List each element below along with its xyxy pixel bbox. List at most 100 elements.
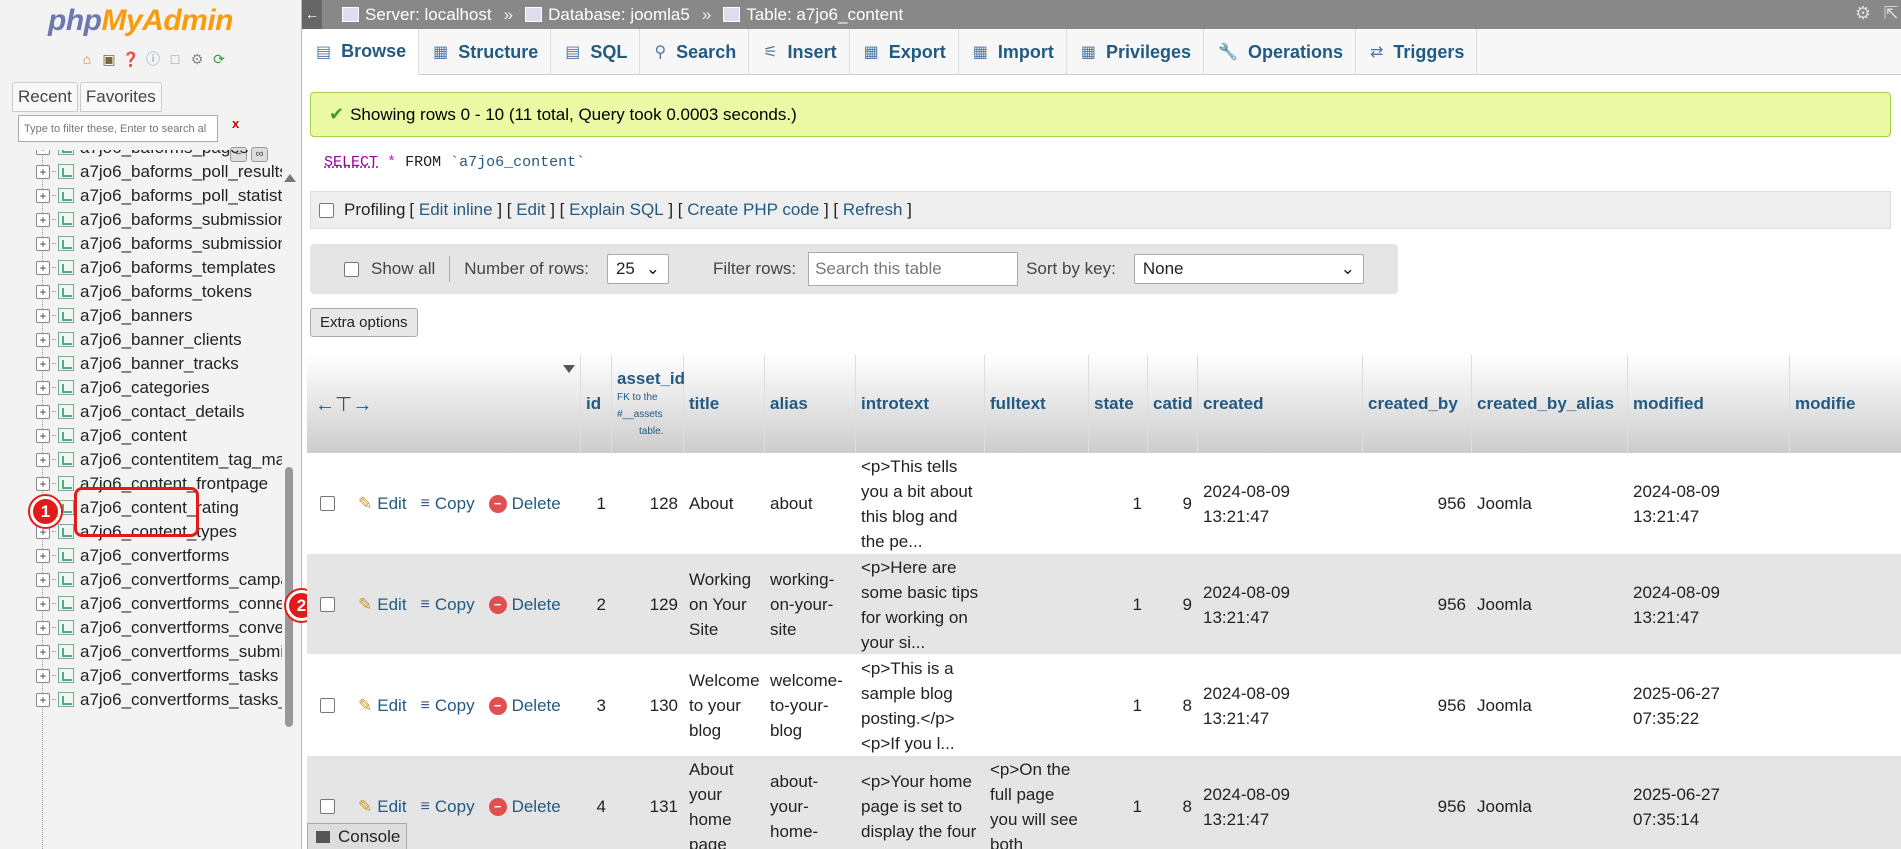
expand-icon[interactable]: + xyxy=(36,188,50,203)
show-all-checkbox[interactable] xyxy=(344,261,359,277)
cell-catid[interactable]: 9 xyxy=(1148,554,1198,655)
copy-row-button[interactable]: ≡ Copy xyxy=(421,592,475,617)
column-header-created-by-alias[interactable]: created_by_alias xyxy=(1472,355,1628,453)
copy-row-button[interactable]: ≡ Copy xyxy=(421,794,475,819)
delete-row-button[interactable]: − Delete xyxy=(488,491,561,516)
scroll-up-arrow-icon[interactable] xyxy=(284,174,296,182)
expand-icon[interactable]: + xyxy=(36,596,50,611)
column-header-id[interactable]: id xyxy=(581,355,612,453)
extra-options-button[interactable]: Extra options xyxy=(310,308,418,337)
tree-item[interactable]: + a7jo6_convertforms_tasks_ xyxy=(30,685,282,714)
copy-row-button[interactable]: ≡ Copy xyxy=(421,491,475,516)
cell-title[interactable]: Working on Your Site xyxy=(684,554,765,655)
settings-icon[interactable]: ⚙ xyxy=(188,50,206,68)
tree-item-label[interactable]: a7jo6_contact_details xyxy=(80,402,244,422)
column-header-introtext[interactable]: introtext xyxy=(856,355,985,453)
filter-rows-input[interactable]: Search this table xyxy=(808,252,1019,286)
expand-icon[interactable]: + xyxy=(36,380,50,395)
console-toggle[interactable]: Console xyxy=(307,823,407,849)
cell-modified[interactable]: 2024-08-09 13:21:47 xyxy=(1628,453,1790,554)
cell-id[interactable]: 3 xyxy=(581,655,612,756)
expand-icon[interactable]: + xyxy=(36,236,50,251)
column-header-modified-by[interactable]: modifie xyxy=(1790,355,1901,453)
column-header-asset-id[interactable]: asset_id FK to the #__assets table. xyxy=(612,355,685,453)
page-icon[interactable]: □ xyxy=(166,50,184,68)
expand-icon[interactable]: + xyxy=(36,620,50,635)
cell-created-by[interactable]: 956 xyxy=(1363,554,1472,655)
edit-inline-link[interactable]: Edit inline xyxy=(419,200,493,219)
cell-title[interactable]: About xyxy=(684,453,765,554)
cell-alias[interactable]: about-your-home- xyxy=(765,756,856,849)
expand-icon[interactable]: + xyxy=(36,308,50,323)
expand-icon[interactable]: + xyxy=(36,332,50,347)
expand-icon[interactable]: + xyxy=(36,404,50,419)
tab-privileges[interactable]: ▦ Privileges xyxy=(1067,29,1205,75)
reload-icon[interactable]: ⟳ xyxy=(210,50,228,68)
cell-created-by-alias[interactable]: Joomla xyxy=(1472,756,1628,849)
cell-modified[interactable]: 2024-08-09 13:21:47 xyxy=(1628,554,1790,655)
tree-item-label[interactable]: a7jo6_content xyxy=(80,426,187,446)
expand-icon[interactable]: + xyxy=(36,476,50,491)
tree-item-label[interactable]: a7jo6_convertforms_tasks xyxy=(80,666,278,686)
tree-item-label[interactable]: a7jo6_convertforms_submi xyxy=(80,642,282,662)
home-icon[interactable]: ⌂ xyxy=(78,50,96,68)
settings-icon[interactable]: ⚙ xyxy=(1853,3,1873,23)
collapse-nav-button[interactable]: ← xyxy=(302,0,322,29)
cell-created-by-alias[interactable]: Joomla xyxy=(1472,554,1628,655)
cell-id[interactable]: 4 xyxy=(581,756,612,849)
expand-icon[interactable]: + xyxy=(36,644,50,659)
tree-item-label[interactable]: a7jo6_convertforms xyxy=(80,546,229,566)
cell-created-by[interactable]: 956 xyxy=(1363,655,1472,756)
tab-operations[interactable]: 🔧 Operations xyxy=(1204,29,1356,75)
cell-fulltext[interactable]: <p>On the full page you will see both xyxy=(985,756,1089,849)
tree-item-label[interactable]: a7jo6_contentitem_tag_ma xyxy=(80,450,282,470)
breadcrumb-table[interactable]: Table: a7jo6_content xyxy=(723,5,903,25)
tree-item-label[interactable]: a7jo6_baforms_submission xyxy=(80,210,282,230)
tab-import[interactable]: ▦ Import xyxy=(959,29,1067,75)
expand-icon[interactable]: + xyxy=(36,572,50,587)
cell-asset-id[interactable]: 129 xyxy=(612,554,684,655)
help-icon[interactable]: ❓ xyxy=(122,50,140,68)
cell-created[interactable]: 2024-08-09 13:21:47 xyxy=(1198,554,1363,655)
recent-tab[interactable]: Recent xyxy=(12,82,78,112)
delete-row-button[interactable]: − Delete xyxy=(488,794,561,819)
tab-export[interactable]: ▦ Export xyxy=(850,29,959,75)
clear-filter-button[interactable]: x xyxy=(232,116,239,131)
expand-icon[interactable]: + xyxy=(36,164,50,179)
expand-icon[interactable]: + xyxy=(36,452,50,467)
cell-modified[interactable]: 2025-06-27 07:35:22 xyxy=(1628,655,1790,756)
favorites-tab[interactable]: Favorites xyxy=(79,82,162,112)
tree-item-label[interactable]: a7jo6_convertforms_tasks_ xyxy=(80,690,282,710)
cell-modified[interactable]: 2025-06-27 07:35:14 xyxy=(1628,756,1790,849)
breadcrumb-database[interactable]: Database: joomla5 xyxy=(525,5,690,25)
copy-row-button[interactable]: ≡ Copy xyxy=(421,693,475,718)
cell-introtext[interactable]: <p>Here are some basic tips for working … xyxy=(856,554,985,655)
cell-created-by[interactable]: 956 xyxy=(1363,756,1472,849)
tree-item-label[interactable]: a7jo6_baforms_poll_results xyxy=(80,162,282,182)
column-header-title[interactable]: title xyxy=(684,355,765,453)
cell-state[interactable]: 1 xyxy=(1089,655,1148,756)
sort-arrow-icon[interactable] xyxy=(563,365,575,373)
expand-icon[interactable]: + xyxy=(36,212,50,227)
cell-created-by-alias[interactable]: Joomla xyxy=(1472,453,1628,554)
column-header-created[interactable]: created xyxy=(1198,355,1363,453)
delete-row-button[interactable]: − Delete xyxy=(488,592,561,617)
expand-icon[interactable]: + xyxy=(36,356,50,371)
column-header-state[interactable]: state xyxy=(1089,355,1148,453)
tab-browse[interactable]: ▤ Browse xyxy=(302,29,420,75)
tree-item-label[interactable]: a7jo6_baforms_poll_statist xyxy=(80,186,282,206)
sql-keyword-select[interactable]: SELECT xyxy=(324,154,378,171)
column-header-modified[interactable]: modified xyxy=(1628,355,1790,453)
create-php-code-link[interactable]: Create PHP code xyxy=(687,200,819,219)
cell-asset-id[interactable]: 131 xyxy=(612,756,684,849)
cell-catid[interactable]: 9 xyxy=(1148,453,1198,554)
refresh-link[interactable]: Refresh xyxy=(843,200,903,219)
cell-created[interactable]: 2024-08-09 13:21:47 xyxy=(1198,453,1363,554)
cell-introtext[interactable]: <p>This is a sample blog posting.</p> <p… xyxy=(856,655,985,756)
row-checkbox[interactable] xyxy=(320,597,335,612)
expand-icon[interactable]: + xyxy=(36,668,50,683)
cell-introtext[interactable]: <p>Your home page is set to display the … xyxy=(856,756,985,849)
edit-row-button[interactable]: ✎ Edit xyxy=(358,592,407,617)
logout-icon[interactable]: ▣ xyxy=(100,50,118,68)
navigation-scrollbar[interactable] xyxy=(282,170,296,849)
